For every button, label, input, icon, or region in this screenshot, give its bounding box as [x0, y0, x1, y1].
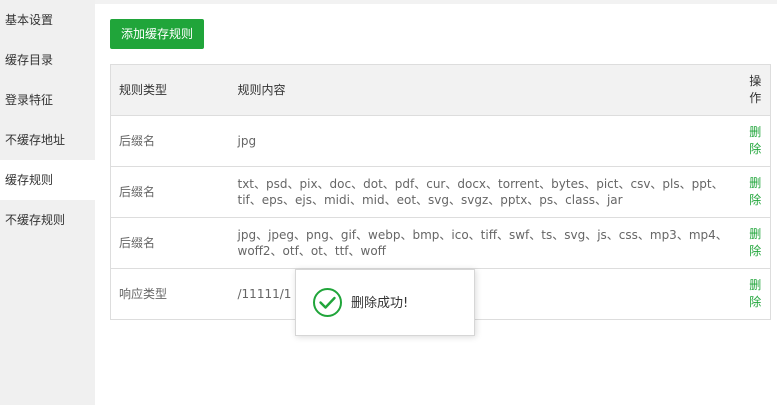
success-toast: 删除成功! — [295, 269, 475, 336]
sidebar-item-cache-rules[interactable]: 缓存规则 — [0, 160, 95, 200]
check-circle-icon — [312, 287, 343, 318]
table-row: 后缀名 jpg、jpeg、png、gif、webp、bmp、ico、tiff、s… — [110, 217, 771, 269]
header-operation-label: 操作 — [749, 74, 762, 105]
sidebar-item-login-feature[interactable]: 登录特征 — [0, 80, 95, 120]
header-rule-content: 规则内容 — [229, 64, 741, 116]
rule-content-cell: jpg — [229, 115, 741, 167]
sidebar-item-no-cache-rules[interactable]: 不缓存规则 — [0, 200, 95, 240]
add-cache-rule-button[interactable]: 添加缓存规则 — [110, 19, 204, 49]
delete-link[interactable]: 删除 — [748, 226, 762, 260]
table-header-row: 规则类型 规则内容 操作 — [110, 64, 771, 116]
sidebar: 基本设置 缓存目录 登录特征 不缓存地址 缓存规则 不缓存规则 — [0, 0, 95, 405]
toast-message: 删除成功! — [351, 296, 409, 311]
delete-link[interactable]: 删除 — [748, 175, 762, 209]
header-rule-type: 规则类型 — [110, 64, 230, 116]
header-operation: 操作 — [740, 64, 771, 116]
operation-cell: 删除 — [740, 115, 771, 167]
sidebar-item-basic-settings[interactable]: 基本设置 — [0, 0, 95, 40]
sidebar-item-cache-directory[interactable]: 缓存目录 — [0, 40, 95, 80]
sidebar-item-no-cache-address[interactable]: 不缓存地址 — [0, 120, 95, 160]
operation-cell: 删除 — [740, 217, 771, 269]
rule-type-cell: 后缀名 — [110, 115, 230, 167]
rule-content-cell: jpg、jpeg、png、gif、webp、bmp、ico、tiff、swf、t… — [229, 217, 741, 269]
table-row: 后缀名 txt、psd、pix、doc、dot、pdf、cur、docx、tor… — [110, 166, 771, 218]
rule-type-cell: 后缀名 — [110, 166, 230, 218]
rule-type-cell: 后缀名 — [110, 217, 230, 269]
operation-cell: 删除 — [740, 268, 771, 320]
delete-link[interactable]: 删除 — [748, 124, 762, 158]
operation-cell: 删除 — [740, 166, 771, 218]
rule-type-cell: 响应类型 — [110, 268, 230, 320]
main-panel: 添加缓存规则 规则类型 规则内容 操作 后缀名 jpg 删除 后缀名 txt、p… — [95, 4, 777, 405]
table-row: 后缀名 jpg 删除 — [110, 115, 771, 167]
delete-link[interactable]: 删除 — [748, 277, 762, 311]
rule-content-cell: txt、psd、pix、doc、dot、pdf、cur、docx、torrent… — [229, 166, 741, 218]
